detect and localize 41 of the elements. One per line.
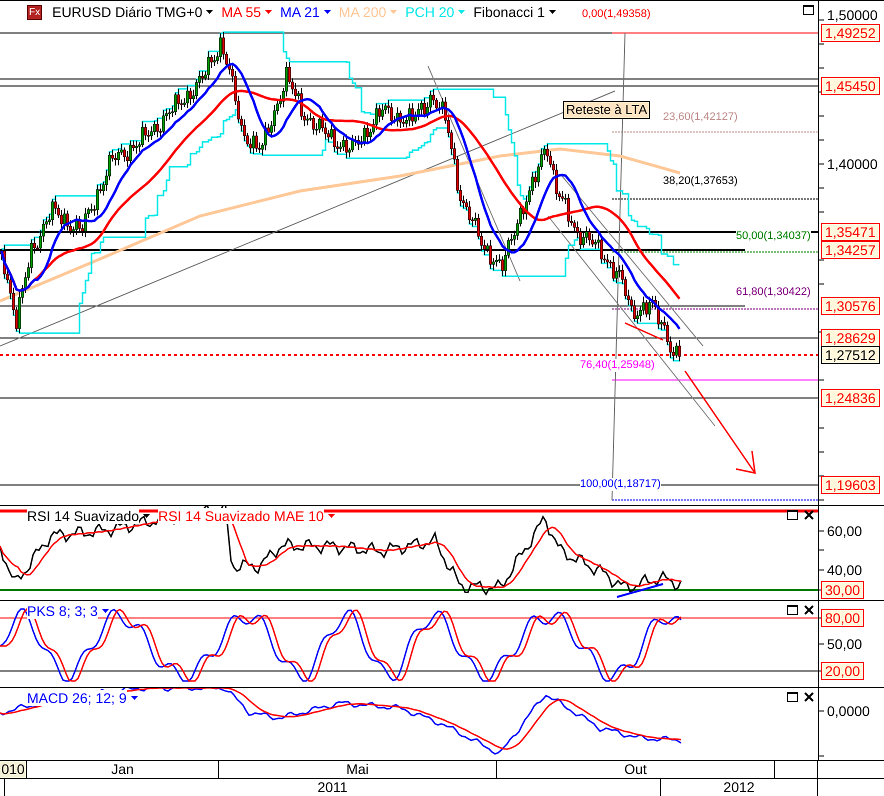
indicator-label[interactable]: RSI 14 Suavizado [27,508,140,524]
fibonacci-label: 23,60(1,42127) [663,111,738,124]
price-tag: 1,49252 [821,24,880,42]
fibonacci-label: 76,40(1,25948) [580,359,655,372]
axis-label: 1,50000 [827,7,878,23]
price-tag: 1,28629 [821,329,880,347]
axis-label: 0,0000 [827,703,870,719]
axis-label: 40,00 [827,562,862,578]
month-label: Jan [27,761,219,778]
price-tag: 1,30576 [821,297,880,315]
indicator-label[interactable]: PKS 8; 3; 3 [27,603,98,619]
year-label: 2011 [5,779,661,796]
fibonacci-label: 38,20(1,37653) [663,175,738,188]
price-tag: 1,45450 [821,77,880,95]
fibonacci-label: 50,00(1,34037) [736,230,811,243]
month-label: Mai [219,761,497,778]
month-label: Out [497,761,775,778]
axis-label: 60,00 [827,523,862,539]
indicator-label[interactable]: EURUSD Diário TMG+0 [52,4,202,20]
axis-label: 50,00 [827,636,862,652]
axis-label: 1,40000 [827,156,878,172]
price-tag: 20,00 [821,662,864,680]
indicator-label[interactable]: Fibonacci 1 [473,4,545,20]
price-tag: 1,34257 [821,241,880,259]
price-tag: 30,00 [821,581,864,599]
annotation-label: Reteste à LTA [563,101,650,119]
indicator-label[interactable]: MA 21 [280,4,320,20]
indicator-label[interactable]: MACD 26; 12; 9 [27,690,127,706]
price-tag: 1,19603 [821,476,880,494]
price-tag: 1,35471 [821,223,880,241]
fibonacci-label: 100,00(1,18717) [580,478,661,491]
indicator-label[interactable]: RSI 14 Suavizado MAE 10 [158,508,324,524]
month-label: 010 [0,761,27,778]
fibonacci-label: 61,80(1,30422) [736,286,811,299]
price-tag: 80,00 [821,609,864,627]
price-tag: 1,24836 [821,389,880,407]
logo: Fx [27,4,42,20]
price-tag: 1,27512 [821,346,880,364]
fibonacci-label: 0,00(1,49358) [582,8,650,21]
year-label: 2012 [661,779,818,796]
indicator-label[interactable]: MA 55 [221,4,262,20]
